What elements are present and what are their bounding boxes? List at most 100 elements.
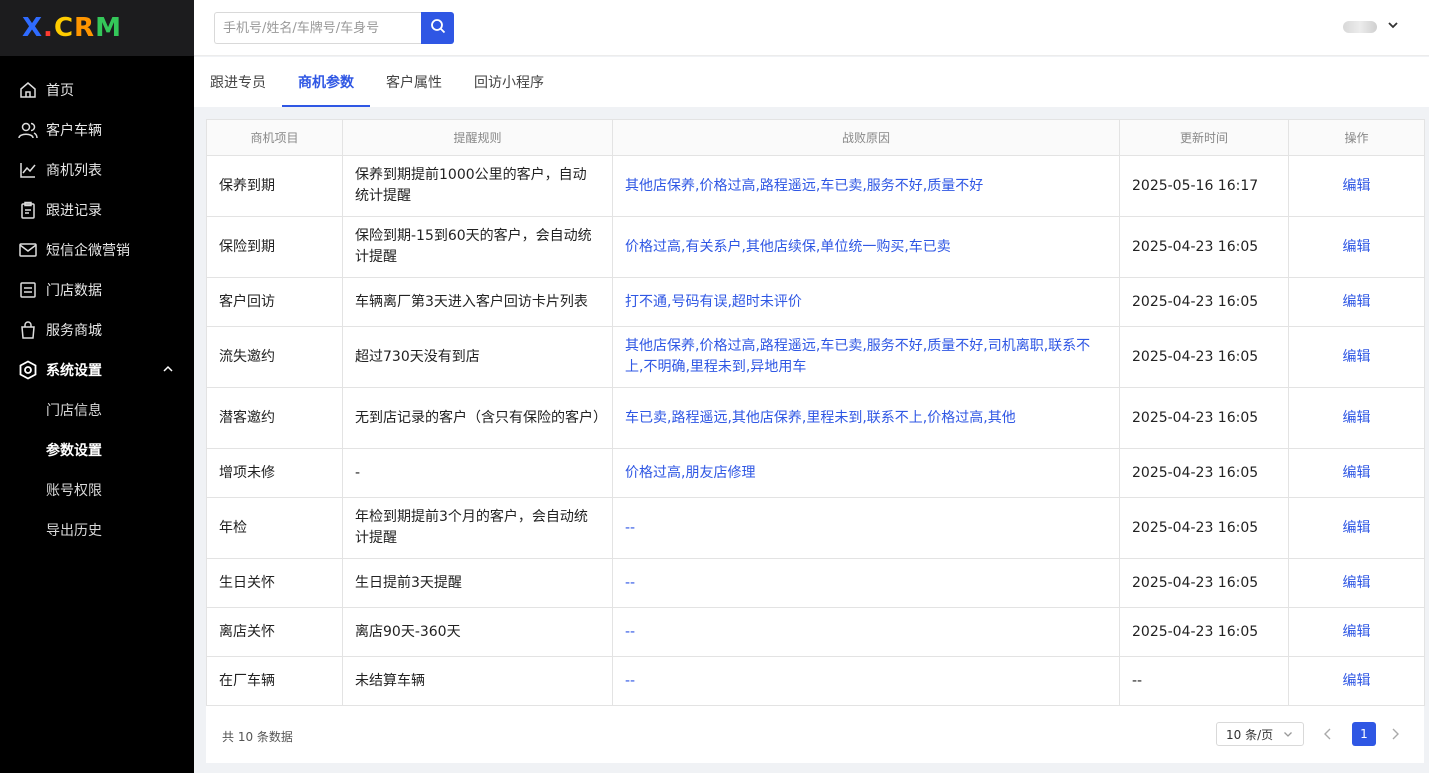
sidebar-subitem-export-history[interactable]: 导出历史: [0, 510, 194, 550]
cell-rule: 超过730天没有到店: [342, 326, 613, 388]
sidebar-subitem-label: 导出历史: [46, 523, 102, 539]
table-row: 潜客邀约 无到店记录的客户（含只有保险的客户） 车已卖,路程遥远,其他店保养,里…: [206, 387, 1425, 449]
table-row: 客户回访 车辆离厂第3天进入客户回访卡片列表 打不通,号码有误,超时未评价 20…: [206, 277, 1425, 327]
table-row: 保险到期 保险到期-15到60天的客户，会自动统计提醒 价格过高,有关系户,其他…: [206, 216, 1425, 278]
cell-time: 2025-05-16 16:17: [1119, 155, 1289, 217]
mail-icon: [18, 240, 38, 260]
home-icon: [18, 80, 38, 100]
cell-time: 2025-04-23 16:05: [1119, 277, 1289, 327]
cell-time: 2025-04-23 16:05: [1119, 216, 1289, 278]
edit-link[interactable]: 编辑: [1288, 277, 1425, 327]
tab-followup-staff[interactable]: 跟进专员: [210, 57, 266, 107]
cell-rule: 车辆离厂第3天进入客户回访卡片列表: [342, 277, 613, 327]
chevron-up-icon[interactable]: [162, 363, 174, 379]
cell-time: 2025-04-23 16:05: [1119, 497, 1289, 559]
cell-item: 保险到期: [206, 216, 343, 278]
sidebar-subitem-account-permissions[interactable]: 账号权限: [0, 470, 194, 510]
cell-rule: 无到店记录的客户（含只有保险的客户）: [342, 387, 613, 449]
sidebar-item-label: 首页: [46, 83, 74, 99]
search-button[interactable]: [421, 12, 454, 44]
top-header: [194, 0, 1429, 56]
sidebar-item-home[interactable]: 首页: [0, 70, 194, 110]
settings-icon: [18, 360, 38, 380]
table-row: 年检 年检到期提前3个月的客户，会自动统计提醒 -- 2025-04-23 16…: [206, 497, 1425, 559]
params-table: 商机项目 提醒规则 战败原因 更新时间 操作 保养到期 保养到期提前1000公里…: [206, 119, 1425, 706]
avatar: [1343, 21, 1377, 33]
sidebar-subitem-label: 账号权限: [46, 483, 102, 499]
edit-link[interactable]: 编辑: [1288, 448, 1425, 498]
cell-rule: 年检到期提前3个月的客户，会自动统计提醒: [342, 497, 613, 559]
cell-reason: 其他店保养,价格过高,路程遥远,车已卖,服务不好,质量不好: [612, 155, 1120, 217]
chevron-down-icon: [1282, 728, 1294, 743]
edit-link[interactable]: 编辑: [1288, 326, 1425, 388]
sidebar-subitem-param-settings[interactable]: 参数设置: [0, 430, 194, 470]
tab-revisit-miniprogram[interactable]: 回访小程序: [474, 57, 544, 107]
table-row: 在厂车辆 未结算车辆 -- -- 编辑: [206, 656, 1425, 706]
tab-customer-attributes[interactable]: 客户属性: [386, 57, 442, 107]
sidebar-item-label: 客户车辆: [46, 123, 102, 139]
column-header-rule: 提醒规则: [342, 119, 613, 156]
clipboard-icon: [18, 200, 38, 220]
chart-line-icon: [18, 160, 38, 180]
page-size-select[interactable]: 10 条/页: [1216, 722, 1304, 746]
cell-reason: --: [612, 497, 1120, 559]
edit-link[interactable]: 编辑: [1288, 656, 1425, 706]
sidebar-item-opportunities[interactable]: 商机列表: [0, 150, 194, 190]
cell-item: 年检: [206, 497, 343, 559]
sidebar-item-label: 系统设置: [46, 363, 102, 379]
search-bar: [214, 12, 454, 44]
tab-bar: 跟进专员 商机参数 客户属性 回访小程序: [194, 57, 1429, 107]
tab-opportunity-params[interactable]: 商机参数: [282, 57, 370, 107]
edit-link[interactable]: 编辑: [1288, 558, 1425, 608]
cell-reason: --: [612, 607, 1120, 657]
cell-item: 客户回访: [206, 277, 343, 327]
cell-item: 生日关怀: [206, 558, 343, 608]
shopping-bag-icon: [18, 320, 38, 340]
cell-reason: 价格过高,有关系户,其他店续保,单位统一购买,车已卖: [612, 216, 1120, 278]
column-header-item: 商机项目: [206, 119, 343, 156]
cell-item: 潜客邀约: [206, 387, 343, 449]
edit-link[interactable]: 编辑: [1288, 607, 1425, 657]
cell-rule: 生日提前3天提醒: [342, 558, 613, 608]
sidebar-item-label: 跟进记录: [46, 203, 102, 219]
cell-reason: --: [612, 558, 1120, 608]
table-row: 流失邀约 超过730天没有到店 其他店保养,价格过高,路程遥远,车已卖,服务不好…: [206, 326, 1425, 388]
search-input[interactable]: [214, 12, 421, 44]
sidebar-subitem-store-info[interactable]: 门店信息: [0, 390, 194, 430]
table-row: 离店关怀 离店90天-360天 -- 2025-04-23 16:05 编辑: [206, 607, 1425, 657]
edit-link[interactable]: 编辑: [1288, 155, 1425, 217]
cell-reason: 车已卖,路程遥远,其他店保养,里程未到,联系不上,价格过高,其他: [612, 387, 1120, 449]
cell-item: 离店关怀: [206, 607, 343, 657]
cell-item: 保养到期: [206, 155, 343, 217]
cell-rule: 未结算车辆: [342, 656, 613, 706]
next-page-button[interactable]: [1389, 726, 1401, 746]
sidebar-item-customers[interactable]: 客户车辆: [0, 110, 194, 150]
cell-time: 2025-04-23 16:05: [1119, 607, 1289, 657]
cell-reason: --: [612, 656, 1120, 706]
table-header-row: 商机项目 提醒规则 战败原因 更新时间 操作: [206, 119, 1425, 156]
cell-item: 在厂车辆: [206, 656, 343, 706]
column-header-time: 更新时间: [1119, 119, 1289, 156]
cell-rule: -: [342, 448, 613, 498]
cell-rule: 离店90天-360天: [342, 607, 613, 657]
edit-link[interactable]: 编辑: [1288, 497, 1425, 559]
user-menu[interactable]: [1343, 19, 1399, 35]
sidebar-item-service-mall[interactable]: 服务商城: [0, 310, 194, 350]
sidebar-item-store-data[interactable]: 门店数据: [0, 270, 194, 310]
table-row: 保养到期 保养到期提前1000公里的客户，自动统计提醒 其他店保养,价格过高,路…: [206, 155, 1425, 217]
cell-reason: 其他店保养,价格过高,路程遥远,车已卖,服务不好,质量不好,司机离职,联系不上,…: [612, 326, 1120, 388]
cell-reason: 价格过高,朋友店修理: [612, 448, 1120, 498]
total-count: 共 10 条数据: [222, 730, 293, 744]
sidebar-item-settings[interactable]: 系统设置: [0, 350, 194, 390]
logo[interactable]: X.CRM: [22, 15, 122, 41]
cell-time: 2025-04-23 16:05: [1119, 448, 1289, 498]
sidebar-item-marketing[interactable]: 短信企微营销: [0, 230, 194, 270]
pagination-bar: 共 10 条数据 10 条/页 1: [206, 706, 1424, 763]
edit-link[interactable]: 编辑: [1288, 216, 1425, 278]
prev-page-button[interactable]: [1322, 726, 1334, 746]
edit-link[interactable]: 编辑: [1288, 387, 1425, 449]
cell-time: --: [1119, 656, 1289, 706]
sidebar-item-label: 门店数据: [46, 283, 102, 299]
sidebar-item-followups[interactable]: 跟进记录: [0, 190, 194, 230]
page-1-button[interactable]: 1: [1352, 722, 1376, 746]
